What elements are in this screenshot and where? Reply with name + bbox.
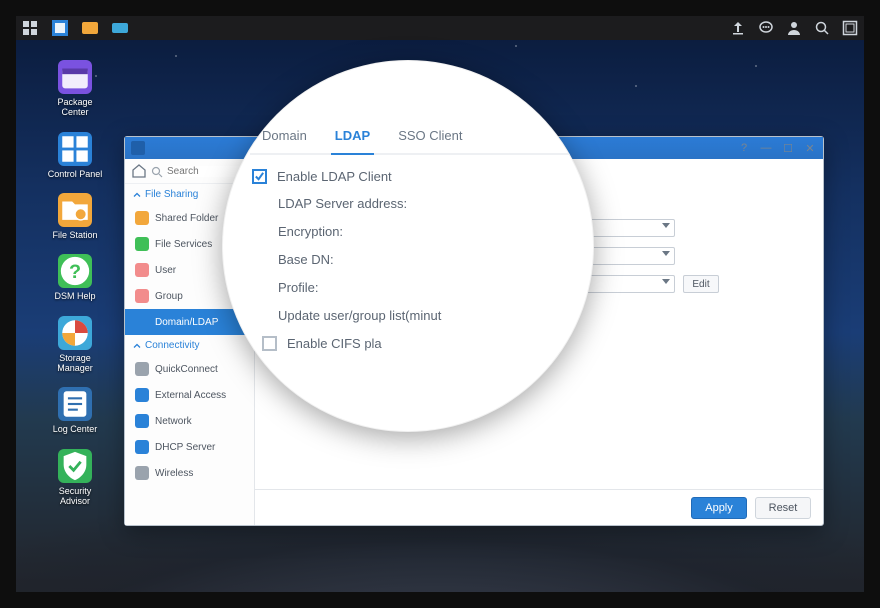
sidebar-item-wireless[interactable]: Wireless (125, 460, 254, 486)
sidebar-item-quickconnect[interactable]: QuickConnect (125, 356, 254, 382)
edit-button[interactable]: Edit (683, 275, 719, 293)
sidebar-item-external-access[interactable]: External Access (125, 382, 254, 408)
desktop-frame: Package Center Control Panel File Station?… (0, 0, 880, 608)
home-icon[interactable] (131, 163, 147, 179)
chat-icon[interactable] (758, 20, 774, 36)
control-panel-icon (131, 141, 145, 155)
domain-ldap-icon (135, 315, 149, 329)
section-title: Connectivity (145, 340, 199, 351)
chevron-up-icon (133, 191, 141, 199)
sidebar-item-label: QuickConnect (155, 364, 218, 375)
desktop-icon-security-advisor[interactable]: Security Advisor (44, 449, 106, 507)
sidebar-item-label: Domain/LDAP (155, 317, 218, 328)
sidebar-item-label: DHCP Server (155, 442, 215, 453)
sidebar-item-label: Group (155, 291, 183, 302)
search-icon (151, 165, 163, 177)
desktop-icons: Package Center Control Panel File Station?… (44, 60, 106, 506)
group-icon (135, 289, 149, 303)
desktop-icon-label: DSM Help (54, 291, 95, 301)
tab-domain[interactable]: Domain (260, 124, 309, 147)
shared-folder-icon (135, 211, 149, 225)
tab-sso-client[interactable]: SSO Client (396, 124, 464, 147)
apply-button[interactable]: Apply (691, 497, 747, 519)
sidebar-item-label: File Services (155, 239, 212, 250)
desktop-icon-control-panel[interactable]: Control Panel (44, 132, 106, 179)
desktop-icon-label: Package Center (57, 97, 92, 118)
dsm-help-icon: ? (58, 254, 92, 288)
window-maximize-icon[interactable]: ☐ (781, 141, 795, 155)
sidebar-item-label: External Access (155, 390, 226, 401)
wireless-icon (135, 466, 149, 480)
user-icon[interactable] (786, 20, 802, 36)
desktop-icon-label: Storage Manager (57, 353, 93, 374)
taskbar (16, 16, 864, 40)
sidebar-item-label: Shared Folder (155, 213, 218, 224)
zoom-tabs: Domain LDAP SSO Client (250, 124, 574, 155)
zoom-magnifier: DomainLDAPSSO Client Enable LDAP Client … (222, 60, 594, 432)
storage-manager-icon (58, 316, 92, 350)
field-label: Base DN: (278, 252, 572, 267)
upload-icon[interactable] (730, 20, 746, 36)
sidebar-item-dhcp-server[interactable]: DHCP Server (125, 434, 254, 460)
network-icon (135, 414, 149, 428)
enable-cifs-label: Enable CIFS pla (287, 336, 382, 351)
desktop-icon-dsm-help[interactable]: ? DSM Help (44, 254, 106, 301)
quickconnect-icon (135, 362, 149, 376)
sidebar-item-label: User (155, 265, 176, 276)
window-help-icon[interactable]: ? (737, 141, 751, 155)
tab-ldap[interactable]: LDAP (333, 124, 372, 147)
desktop-icon-package-center[interactable]: Package Center (44, 60, 106, 118)
desktop-icon-label: Control Panel (48, 169, 103, 179)
svg-text:?: ? (69, 261, 81, 283)
sidebar-item-label: Wireless (155, 468, 193, 479)
dhcp-server-icon (135, 440, 149, 454)
desktop-icon-file-station[interactable]: File Station (44, 193, 106, 240)
window-minimize-icon[interactable]: — (759, 141, 773, 155)
widgets-icon[interactable] (842, 20, 858, 36)
external-access-icon (135, 388, 149, 402)
taskbar-storage-icon[interactable] (112, 20, 128, 36)
taskbar-apps-icon[interactable] (22, 20, 38, 36)
chevron-up-icon (133, 342, 141, 350)
sidebar-section-connectivity[interactable]: Connectivity (125, 335, 254, 356)
enable-cifs-checkbox[interactable] (262, 336, 277, 351)
taskbar-file-station-icon[interactable] (82, 20, 98, 36)
desktop-icon-log-center[interactable]: Log Center (44, 387, 106, 434)
enable-ldap-label: Enable LDAP Client (277, 169, 392, 184)
sidebar-item-label: Network (155, 416, 192, 427)
user-icon (135, 263, 149, 277)
desktop-icon-label: Security Advisor (44, 486, 106, 507)
field-label: Profile: (278, 280, 572, 295)
desktop-icon-label: File Station (52, 230, 97, 240)
field-label: LDAP Server address: (278, 196, 572, 211)
control-panel-icon (58, 132, 92, 166)
file-services-icon (135, 237, 149, 251)
reset-button[interactable]: Reset (755, 497, 811, 519)
field-label: Update user/group list(minut (278, 308, 572, 323)
package-center-icon (58, 60, 92, 94)
section-title: File Sharing (145, 189, 198, 200)
window-close-icon[interactable]: ✕ (803, 141, 817, 155)
file-station-icon (58, 193, 92, 227)
footer: Apply Reset (255, 489, 823, 525)
desktop-icon-storage-manager[interactable]: Storage Manager (44, 316, 106, 374)
search-icon[interactable] (814, 20, 830, 36)
taskbar-control-panel-icon[interactable] (52, 20, 68, 36)
sidebar-item-network[interactable]: Network (125, 408, 254, 434)
security-advisor-icon (58, 449, 92, 483)
enable-ldap-checkbox[interactable] (252, 169, 267, 184)
log-center-icon (58, 387, 92, 421)
desktop-icon-label: Log Center (53, 424, 98, 434)
field-label: Encryption: (278, 224, 572, 239)
